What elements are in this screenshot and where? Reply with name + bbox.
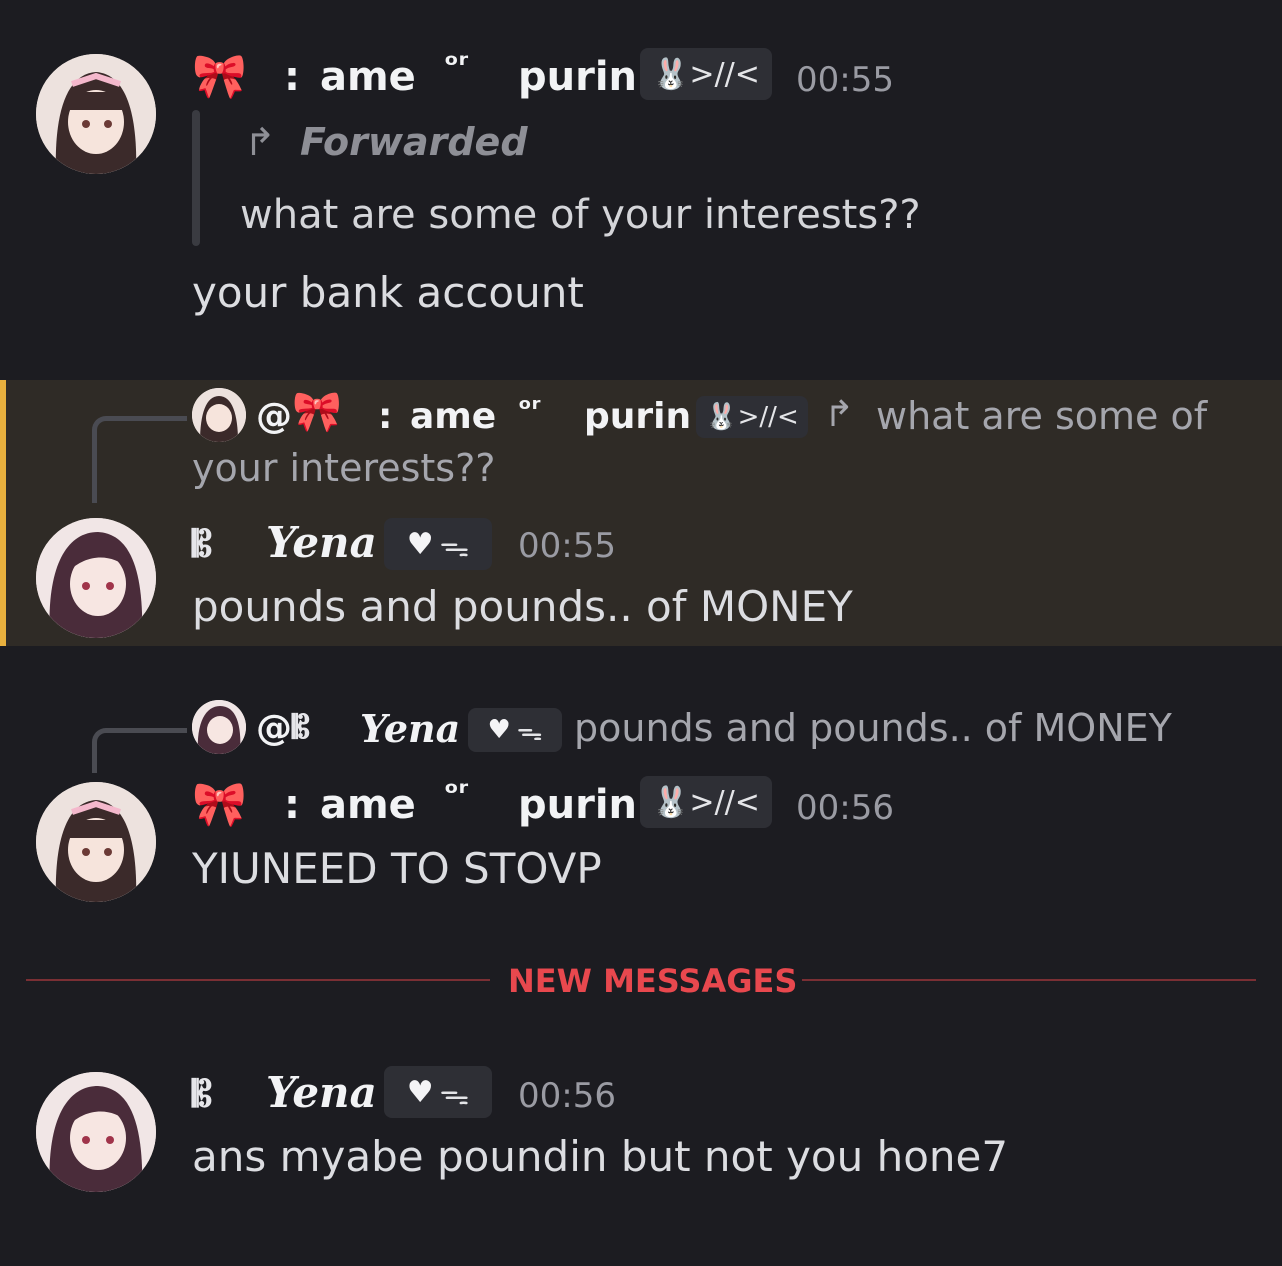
author-prefix[interactable]: 𝄡 bbox=[192, 524, 212, 566]
author-suffix[interactable]: purin bbox=[518, 54, 637, 100]
role-tag[interactable]: ♥ ᯓ bbox=[384, 518, 492, 570]
reply-role-tag[interactable]: ♥ ᯓ bbox=[468, 708, 562, 752]
forward-icon: ↱ bbox=[244, 120, 276, 164]
avatar-yena[interactable] bbox=[36, 518, 156, 638]
message-text: your bank account bbox=[192, 268, 584, 317]
role-tag[interactable]: 🐰 >//< bbox=[640, 776, 772, 828]
timestamp: 00:56 bbox=[796, 788, 894, 828]
role-tag[interactable]: ♥ ᯓ bbox=[384, 1066, 492, 1118]
bow-emoji: 🎀 bbox=[192, 779, 247, 830]
role-tag[interactable]: 🐰 >//< bbox=[640, 48, 772, 100]
bow-emoji: 🎀 bbox=[292, 389, 342, 435]
timestamp: 00:55 bbox=[518, 526, 616, 566]
author-name[interactable]: ame bbox=[320, 782, 416, 828]
message-text: ans myabe poundin but not you hone7 bbox=[192, 1132, 1009, 1181]
author-mid[interactable]: ᵒʳ bbox=[444, 776, 468, 811]
heart-icon: ♥ bbox=[406, 1074, 434, 1110]
reply-connector bbox=[92, 416, 187, 503]
mention-highlight-bar bbox=[0, 380, 6, 646]
timestamp: 00:55 bbox=[796, 60, 894, 100]
reply-author-prefix[interactable]: 𝄡 bbox=[292, 708, 310, 747]
reply-preview-text-line2[interactable]: your interests?? bbox=[192, 446, 495, 490]
reply-preview-text-line1[interactable]: what are some of bbox=[876, 394, 1207, 438]
avatar-ame[interactable] bbox=[36, 54, 156, 174]
bunny-icon: 🐰 bbox=[652, 784, 690, 820]
author-suffix[interactable]: purin bbox=[518, 782, 637, 828]
heart-icon: ♥ bbox=[406, 526, 434, 562]
bunny-icon: 🐰 bbox=[652, 56, 690, 92]
reply-author-mid[interactable]: ᵒʳ bbox=[518, 392, 541, 425]
reply-author-name[interactable]: Yena bbox=[360, 706, 460, 751]
author-mid[interactable]: ᵒʳ bbox=[444, 48, 468, 83]
avatar-yena[interactable] bbox=[36, 1072, 156, 1192]
author-prefix[interactable]: : bbox=[284, 54, 300, 100]
author-prefix[interactable]: 𝄡 bbox=[192, 1074, 212, 1116]
forwarded-message-text: what are some of your interests?? bbox=[240, 192, 921, 238]
author-prefix[interactable]: : bbox=[284, 782, 300, 828]
author-name[interactable]: ame bbox=[320, 54, 416, 100]
reply-avatar-yena[interactable] bbox=[192, 700, 246, 754]
reply-role-tag[interactable]: 🐰 >//< bbox=[696, 396, 808, 438]
new-messages-divider-left bbox=[26, 979, 490, 981]
new-messages-divider-right bbox=[802, 979, 1256, 981]
reply-connector bbox=[92, 728, 187, 773]
forward-bar bbox=[192, 110, 200, 246]
new-messages-label: NEW MESSAGES bbox=[508, 962, 798, 1000]
message-text: YIUNEED TO STOVP bbox=[192, 844, 602, 893]
forwarded-label: Forwarded bbox=[300, 120, 528, 164]
bunny-icon: 🐰 bbox=[705, 402, 738, 432]
reply-author-name[interactable]: ame bbox=[410, 396, 496, 437]
author-name[interactable]: Yena bbox=[266, 518, 377, 567]
avatar-ame[interactable] bbox=[36, 782, 156, 902]
reply-arrow-icon: ↱ bbox=[824, 394, 855, 435]
reply-at[interactable]: @ bbox=[256, 708, 292, 749]
bow-emoji: 🎀 bbox=[192, 51, 247, 102]
message-text: pounds and pounds.. of MONEY bbox=[192, 582, 853, 631]
reply-at[interactable]: @ bbox=[256, 396, 292, 437]
reply-author-prefix[interactable]: : bbox=[378, 396, 392, 437]
reply-avatar-ame[interactable] bbox=[192, 388, 246, 442]
reply-preview-text[interactable]: pounds and pounds.. of MONEY bbox=[574, 706, 1172, 750]
reply-author-suffix[interactable]: purin bbox=[584, 396, 691, 437]
timestamp: 00:56 bbox=[518, 1076, 616, 1116]
heart-icon: ♥ bbox=[487, 715, 511, 745]
author-name[interactable]: Yena bbox=[266, 1068, 377, 1117]
